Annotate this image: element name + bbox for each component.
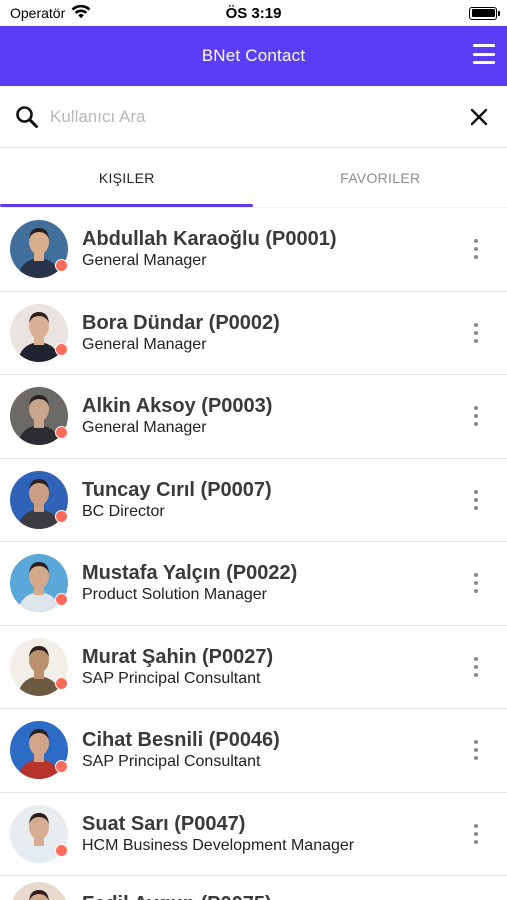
more-vert-icon[interactable] <box>461 396 491 436</box>
contact-title: General Manager <box>82 335 207 353</box>
contact-list: Abdullah Karaoğlu (P0001) General Manager… <box>0 208 507 876</box>
status-dot <box>55 342 68 356</box>
more-vert-icon[interactable] <box>461 480 491 520</box>
avatar <box>10 804 68 863</box>
contact-info: Bora Dündar (P0002) General Manager <box>82 311 461 355</box>
contact-name: Tuncay Cırıl (P0007) <box>82 478 272 501</box>
more-vert-icon[interactable] <box>461 730 491 770</box>
status-dot <box>55 426 68 440</box>
avatar <box>10 387 68 446</box>
more-vert-icon[interactable] <box>461 814 491 854</box>
avatar <box>10 721 68 780</box>
contact-info: Alkin Aksoy (P0003) General Manager <box>82 394 461 438</box>
avatar <box>10 470 68 529</box>
contact-title: BC Director <box>82 502 165 520</box>
status-dot <box>55 843 68 857</box>
contact-row[interactable]: Suat Sarı (P0047) HCM Business Developmen… <box>0 793 507 876</box>
contact-row[interactable]: Murat Şahin (P0027) SAP Principal Consult… <box>0 626 507 709</box>
avatar <box>10 554 68 613</box>
contact-row[interactable]: Bora Dündar (P0002) General Manager <box>0 292 507 375</box>
clear-search-icon[interactable] <box>465 103 493 131</box>
contact-name: Fadil Aygun (P0075) <box>82 882 497 900</box>
contact-title: HCM Business Development Manager <box>82 836 355 854</box>
battery-icon <box>469 6 500 20</box>
contact-row-partial[interactable]: Fadil Aygun (P0075) <box>0 876 507 900</box>
contact-title: SAP Principal Consultant <box>82 669 261 687</box>
contact-title: Product Solution Manager <box>82 586 267 604</box>
more-vert-icon[interactable] <box>461 313 491 353</box>
contact-row[interactable]: Abdullah Karaoğlu (P0001) General Manager <box>0 208 507 292</box>
contact-info: Murat Şahin (P0027) SAP Principal Consult… <box>82 645 461 689</box>
contact-row[interactable]: Tuncay Cırıl (P0007) BC Director <box>0 459 507 542</box>
status-dot <box>55 509 68 523</box>
more-vert-icon[interactable] <box>461 647 491 687</box>
contact-row[interactable]: Mustafa Yalçın (P0022) Product Solution M… <box>0 542 507 626</box>
status-dot <box>55 676 68 690</box>
contact-info: Abdullah Karaoğlu (P0001) General Manager <box>82 227 461 271</box>
app-title: BNet Contact <box>201 46 306 65</box>
more-vert-icon[interactable] <box>461 563 491 603</box>
contact-name: Alkin Aksoy (P0003) <box>82 395 273 418</box>
tab-kisiler[interactable]: KIŞILER <box>0 148 254 207</box>
hamburger-menu-icon[interactable] <box>473 44 495 64</box>
active-tab-indicator <box>0 204 253 207</box>
contact-title: General Manager <box>82 252 207 270</box>
contact-name: Murat Şahin (P0027) <box>82 645 274 668</box>
avatar <box>10 303 68 362</box>
contact-name: Mustafa Yalçın (P0022) <box>82 562 298 585</box>
status-dot <box>55 259 68 273</box>
wifi-icon <box>71 4 91 22</box>
avatar <box>10 220 68 279</box>
contact-row[interactable]: Alkin Aksoy (P0003) General Manager <box>0 375 507 459</box>
status-dot <box>55 760 68 774</box>
status-left: Operatör <box>10 4 91 22</box>
contact-info: Tuncay Cırıl (P0007) BC Director <box>82 478 461 522</box>
app-header: BNet Contact <box>0 26 507 86</box>
contact-name: Cihat Besnili (P0046) <box>82 729 280 752</box>
status-bar: Operatör ÖS 3:19 <box>0 0 507 26</box>
contact-info: Suat Sarı (P0047) HCM Business Developmen… <box>82 812 461 856</box>
contact-title: SAP Principal Consultant <box>82 753 261 771</box>
tab-bar: KIŞILER FAVORILER <box>0 148 507 208</box>
contact-info: Cihat Besnili (P0046) SAP Principal Consu… <box>82 728 461 772</box>
contact-name: Abdullah Karaoğlu (P0001) <box>82 228 337 251</box>
status-dot <box>55 593 68 607</box>
search-input[interactable] <box>50 106 465 127</box>
search-bar <box>0 86 507 148</box>
contact-info: Mustafa Yalçın (P0022) Product Solution M… <box>82 561 461 605</box>
tab-favoriler[interactable]: FAVORILER <box>254 148 507 207</box>
avatar <box>10 637 68 696</box>
avatar <box>10 882 68 900</box>
contact-name: Suat Sarı (P0047) <box>82 812 246 835</box>
contact-row[interactable]: Cihat Besnili (P0046) SAP Principal Consu… <box>0 709 507 793</box>
contact-title: General Manager <box>82 419 207 437</box>
contact-name: Bora Dündar (P0002) <box>82 311 280 334</box>
search-icon <box>14 104 40 130</box>
more-vert-icon[interactable] <box>461 229 491 269</box>
carrier-label: Operatör <box>10 5 66 21</box>
